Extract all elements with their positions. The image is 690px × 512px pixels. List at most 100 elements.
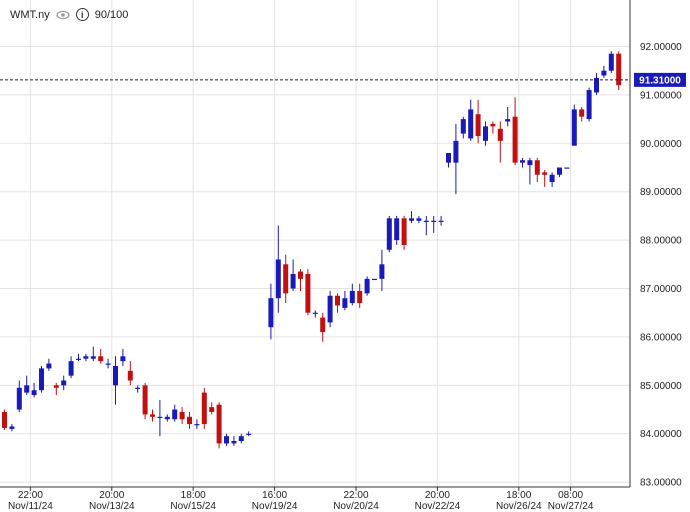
candle <box>586 87 592 122</box>
candle-body <box>120 356 126 362</box>
candle-body <box>512 116 518 163</box>
candle <box>475 99 481 144</box>
candle <box>571 104 577 146</box>
candle-body <box>431 220 437 222</box>
candle <box>357 283 363 308</box>
candle-body <box>231 441 237 444</box>
x-tick-date: Nov/11/24 <box>8 501 53 512</box>
candle <box>283 254 289 304</box>
candle-body <box>616 53 622 86</box>
candle-body <box>16 387 22 410</box>
candle <box>342 290 348 311</box>
info-icon[interactable]: i <box>75 8 89 21</box>
candle <box>305 269 311 316</box>
x-tick-date: Nov/27/24 <box>548 501 594 512</box>
candle-body <box>31 390 37 396</box>
candle-body <box>105 363 111 365</box>
candle <box>246 431 252 437</box>
y-tick-label: 84.00000 <box>640 429 682 440</box>
current-price-text: 91.31000 <box>639 75 681 86</box>
candle-body <box>172 409 178 420</box>
candle-body <box>179 411 185 420</box>
candle <box>401 215 407 250</box>
x-tick-date: Nov/22/24 <box>415 501 461 512</box>
candle-body <box>76 358 81 360</box>
candle <box>453 123 459 195</box>
candle <box>39 365 44 393</box>
candle <box>150 409 155 422</box>
candle-body <box>268 298 274 328</box>
candle-body <box>275 259 281 299</box>
x-tick-time: 20:00 <box>425 490 450 501</box>
candle-body <box>157 416 163 419</box>
x-tick-time: 16:00 <box>262 490 287 501</box>
candle <box>105 358 111 369</box>
candle-body <box>342 298 348 308</box>
candle-body <box>135 387 141 389</box>
candle-body <box>98 356 104 362</box>
candle <box>164 414 170 422</box>
candle <box>142 382 148 420</box>
candle-body <box>298 271 303 279</box>
candle <box>527 157 533 185</box>
candle <box>113 356 118 405</box>
symbol-label: WMT.ny <box>10 8 50 21</box>
candle-body <box>335 295 340 306</box>
candle <box>172 404 178 422</box>
candle <box>416 215 422 224</box>
candle <box>312 310 318 318</box>
candle <box>579 106 585 122</box>
chart-header: WMT.ny i 90/100 <box>10 8 128 21</box>
x-tick-date: Nov/13/24 <box>89 501 135 512</box>
candle-body <box>201 392 207 425</box>
candle <box>76 353 81 362</box>
candle <box>83 353 89 362</box>
candle <box>238 433 244 444</box>
candle-body <box>608 53 614 71</box>
candle-body <box>39 368 44 391</box>
x-tick-time: 22:00 <box>18 490 43 501</box>
x-tick-date: Nov/15/24 <box>170 501 216 512</box>
y-tick-label: 87.00000 <box>640 284 682 295</box>
candle <box>298 269 303 291</box>
candle-body <box>586 90 592 120</box>
candle-body <box>527 160 533 166</box>
candle <box>446 152 451 168</box>
candle <box>187 411 192 429</box>
candle-body <box>497 128 503 141</box>
candle-body <box>557 167 562 175</box>
candle <box>98 349 104 364</box>
candle <box>409 211 414 224</box>
candle-body <box>534 160 540 175</box>
candle-body <box>386 218 392 250</box>
candle <box>335 293 340 313</box>
candle-body <box>468 109 474 139</box>
candle <box>231 436 237 446</box>
candle <box>549 172 555 187</box>
x-tick-time: 08:00 <box>558 490 583 501</box>
candle-body <box>142 385 148 415</box>
candle-body <box>475 114 481 137</box>
count-label: 90/100 <box>94 8 129 21</box>
candle <box>61 375 67 391</box>
candle <box>194 419 200 429</box>
candle <box>24 375 30 396</box>
x-tick-date: Nov/20/24 <box>333 501 379 512</box>
candle-body <box>327 295 333 323</box>
x-tick-date: Nov/26/24 <box>496 501 542 512</box>
candles <box>2 51 622 449</box>
candle <box>290 259 296 291</box>
candle-body <box>305 273 311 313</box>
candle-body <box>164 416 170 420</box>
candle-body <box>564 167 570 169</box>
candle <box>505 106 511 127</box>
candle-body <box>238 436 244 442</box>
eye-icon[interactable] <box>56 10 70 20</box>
candle <box>349 283 355 306</box>
candle-body <box>438 220 444 222</box>
x-tick-time: 18:00 <box>181 490 206 501</box>
candle-body <box>224 436 229 444</box>
candle <box>216 402 222 449</box>
candle <box>201 387 207 429</box>
y-tick-label: 86.00000 <box>640 332 682 343</box>
